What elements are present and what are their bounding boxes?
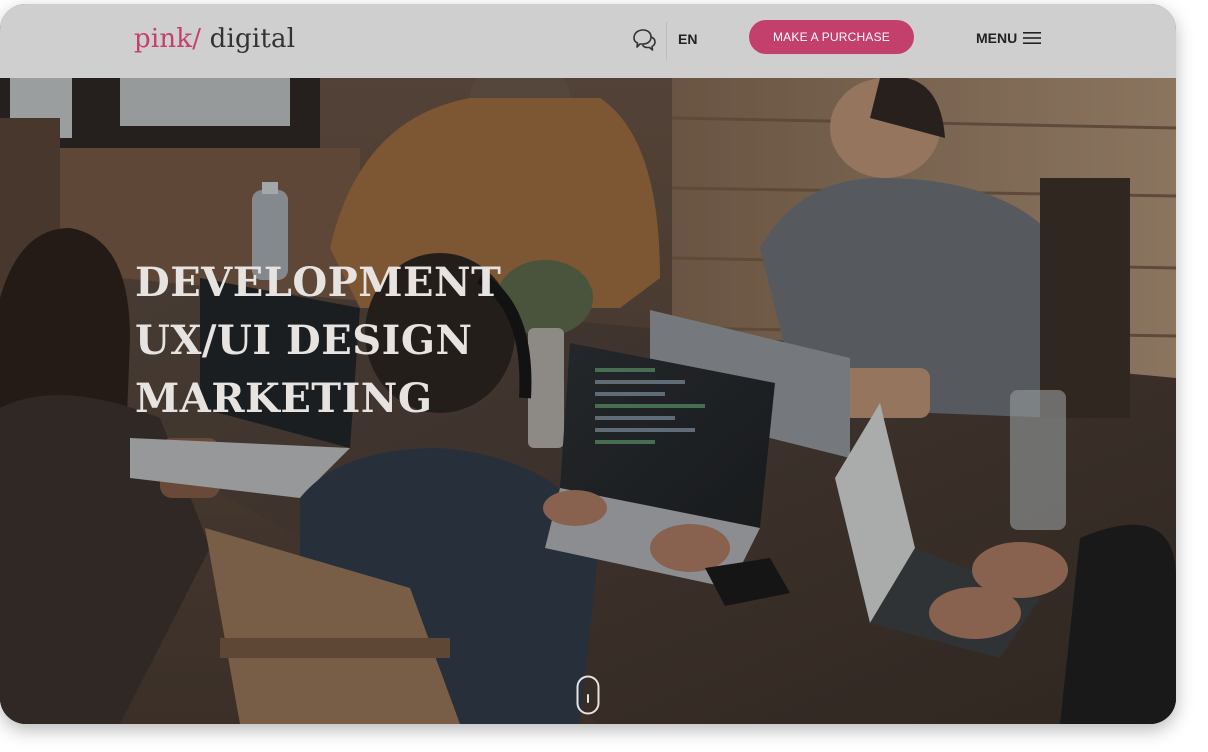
hamburger-icon — [1023, 32, 1042, 44]
hero-line-marketing: MARKETING — [135, 375, 433, 422]
hero-line-development: DEVELOPMENT — [135, 259, 502, 306]
chat-icon — [633, 29, 656, 51]
site-header: pink/ digital EN MAKE A PURCHASE MENU — [0, 4, 1176, 78]
logo-brand-text: pink/ — [134, 24, 202, 54]
chat-button[interactable] — [630, 26, 658, 54]
logo-rest-text: digital — [201, 24, 296, 54]
scroll-down-indicator[interactable] — [576, 675, 600, 715]
logo[interactable]: pink/ digital — [134, 24, 295, 54]
language-switcher[interactable]: EN — [678, 31, 697, 47]
menu-label: MENU — [976, 30, 1018, 46]
header-divider — [666, 22, 667, 60]
hero-line-uxui-design: UX/UI DESIGN — [135, 317, 473, 364]
make-purchase-button[interactable]: MAKE A PURCHASE — [749, 20, 914, 54]
browser-frame: pink/ digital EN MAKE A PURCHASE MENU DE… — [0, 4, 1176, 724]
hero-section: DEVELOPMENT UX/UI DESIGN MARKETING — [0, 78, 1176, 724]
mouse-scroll-icon — [576, 675, 600, 715]
hero-headline: DEVELOPMENT UX/UI DESIGN MARKETING — [135, 254, 501, 428]
menu-button[interactable]: MENU — [976, 30, 1042, 46]
